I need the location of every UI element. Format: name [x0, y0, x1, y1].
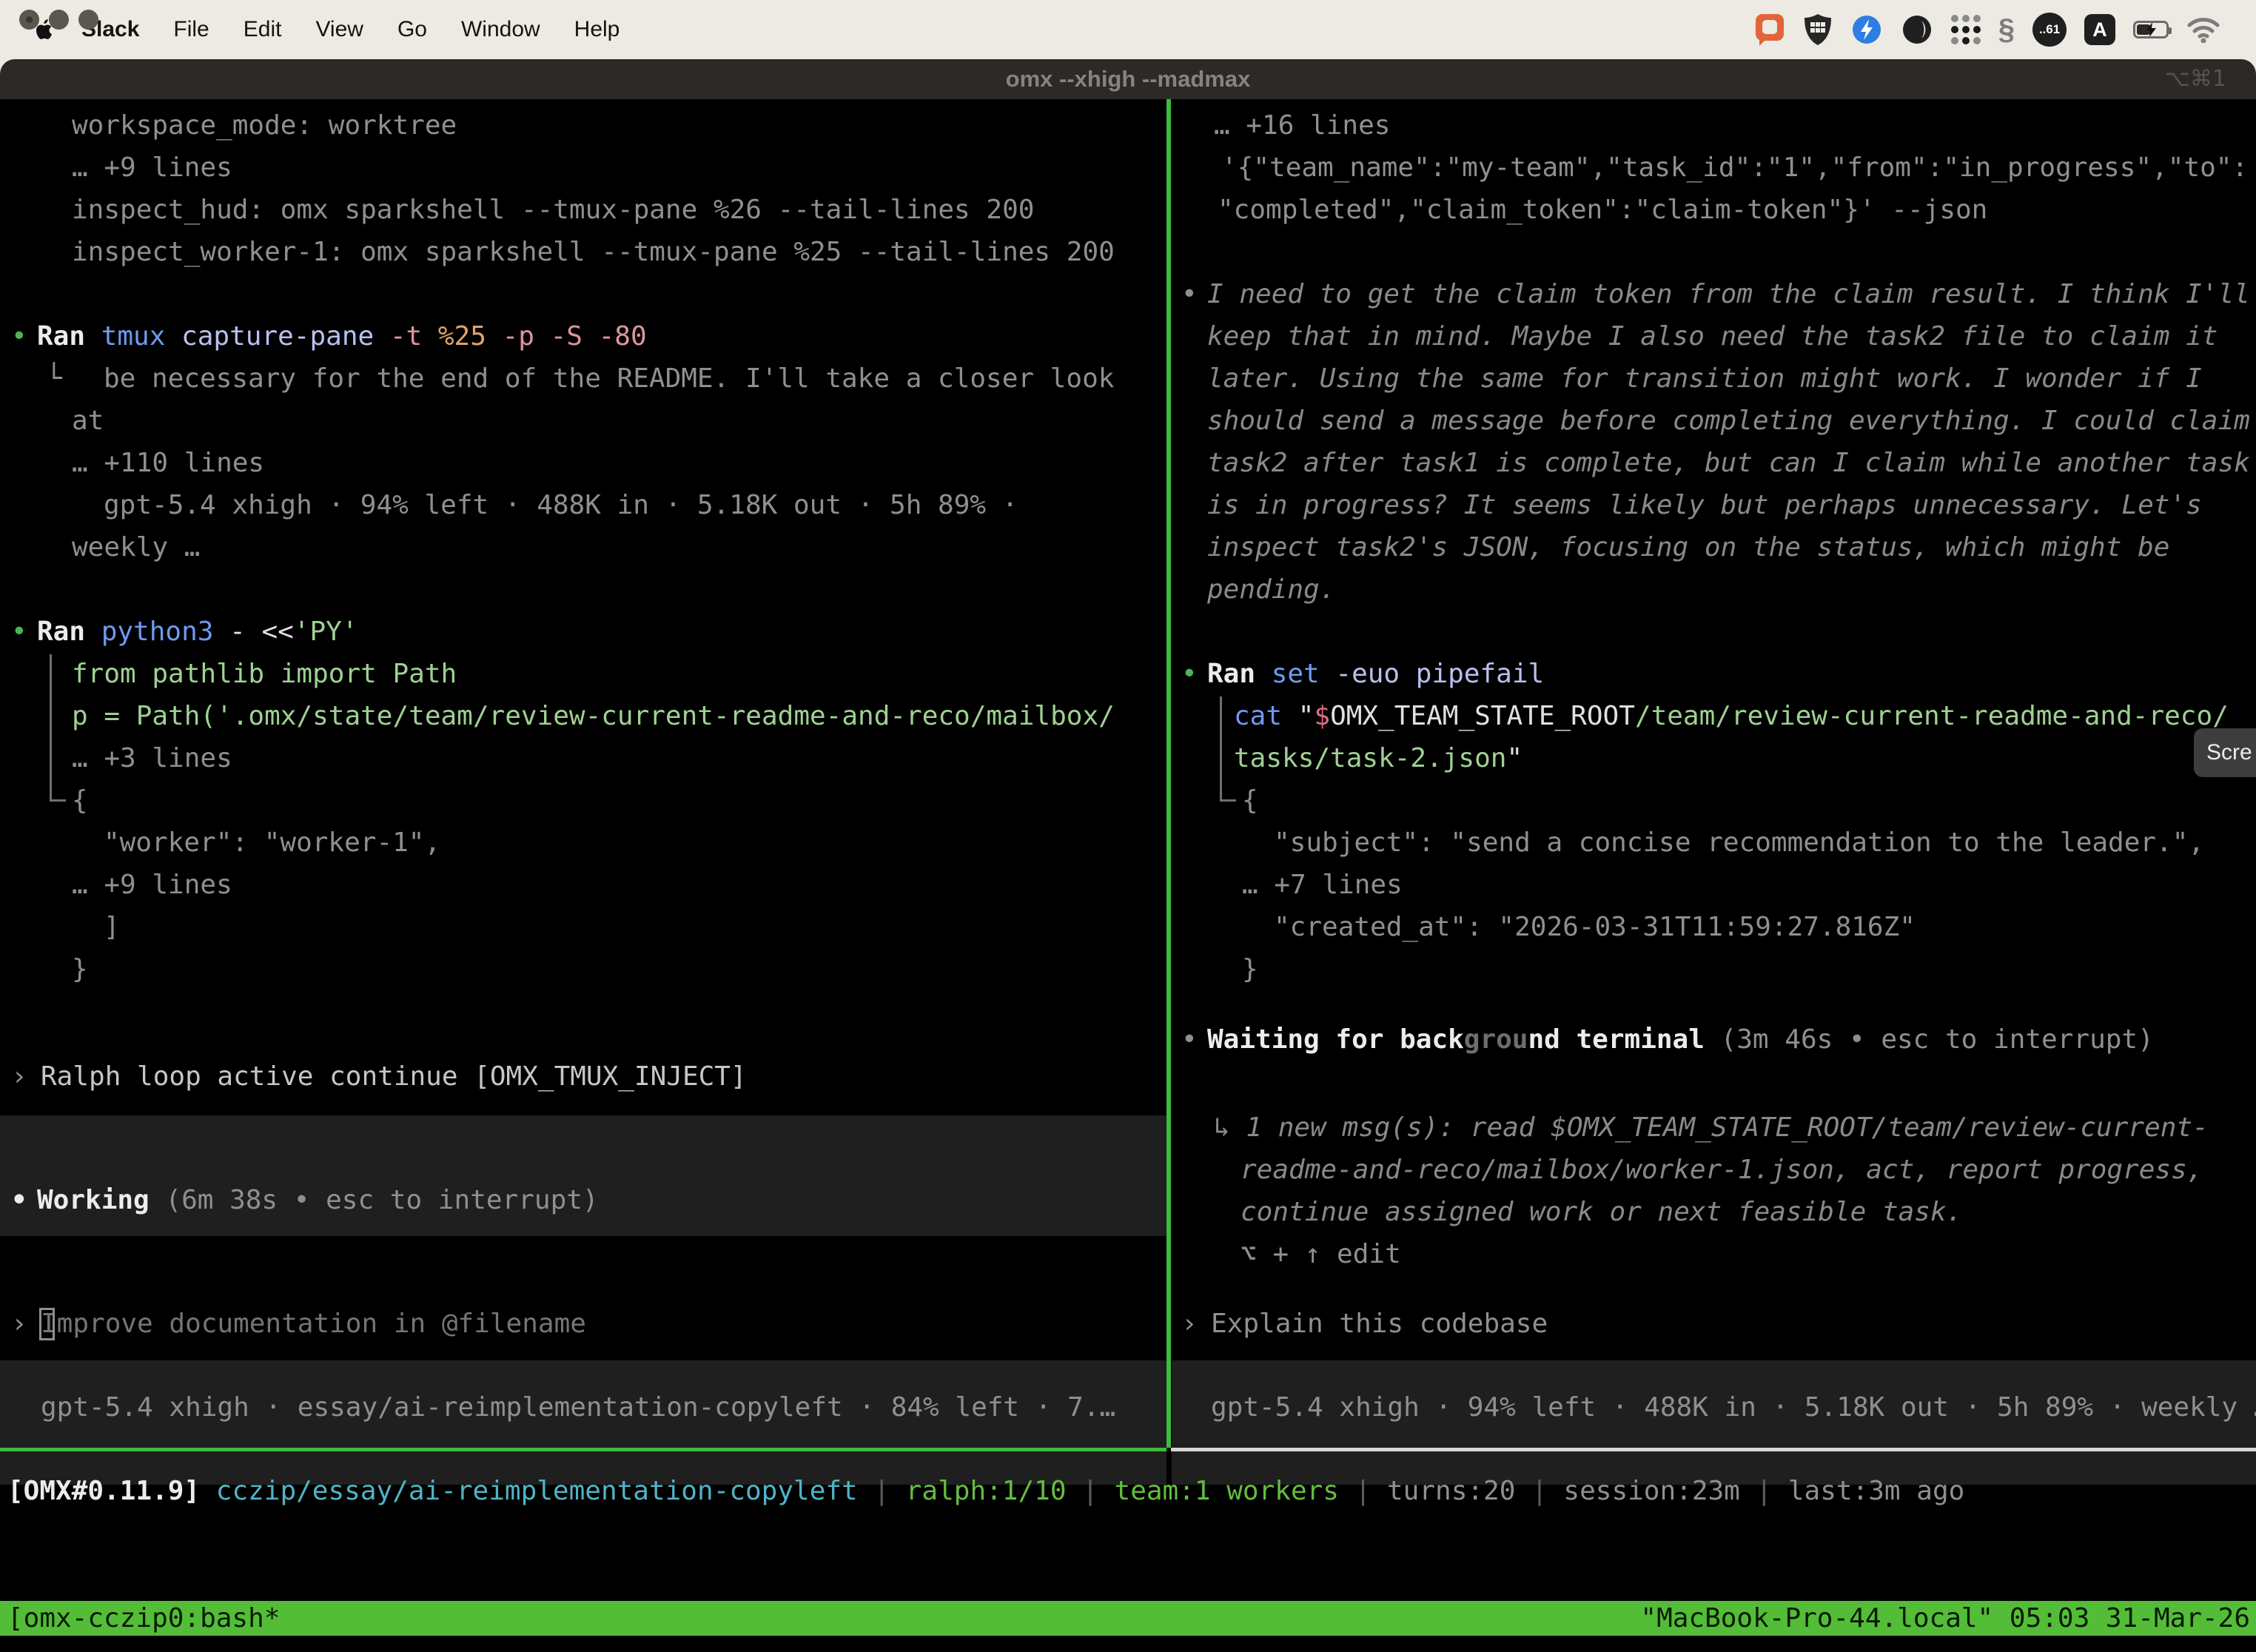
terminal-line: • — [1181, 653, 1198, 695]
terminal-line: gpt-5.4 xhigh · 94% left · 488K in · 5.1… — [104, 484, 1018, 526]
battery-icon[interactable] — [2133, 21, 2169, 38]
close-button[interactable] — [19, 10, 39, 30]
terminal-line: weekly … — [72, 526, 200, 568]
right-pane-border — [1171, 1448, 2256, 1451]
terminal-line: Ran tmux capture-pane -t %25 -p -S -80 — [37, 315, 647, 357]
terminal-line: gpt-5.4 xhigh · 94% left · 488K in · 5.1… — [1211, 1386, 2256, 1428]
terminal-line: Working (6m 38s • esc to interrupt) — [37, 1179, 599, 1221]
terminal-line: › — [11, 1055, 27, 1098]
terminal-line: Waiting for background terminal (3m 46s … — [1207, 1018, 2154, 1061]
chat-bubble-icon[interactable] — [1754, 13, 1785, 47]
moon-circle-icon[interactable] — [1901, 13, 1933, 46]
terminal-line: "completed","claim_token":"claim-token"}… — [1218, 189, 1987, 231]
terminal-line: Ran python3 - <<'PY' — [37, 611, 358, 653]
pane-divider[interactable] — [1166, 99, 1171, 1448]
left-pane-border — [0, 1448, 1166, 1451]
indent-guide — [1220, 696, 1222, 801]
terminal-line: • — [1181, 1018, 1198, 1061]
terminal-line: task2 after task1 is complete, but can I… — [1207, 442, 2250, 484]
terminal-line: at — [72, 400, 104, 442]
terminal-line: pending. — [1207, 568, 1335, 611]
terminal-line: inspect_hud: omx sparkshell --tmux-pane … — [72, 189, 1034, 231]
terminal-line: '{"team_name":"my-team","task_id":"1","f… — [1221, 147, 2248, 189]
terminal-line: › — [11, 1303, 27, 1345]
menu-bar: SlackFileEditViewGoWindowHelp — [0, 0, 2256, 59]
terminal-line: later. Using the same for transition mig… — [1207, 357, 2202, 400]
menu-item-go[interactable]: Go — [397, 17, 427, 42]
terminal-line: inspect_worker-1: omx sparkshell --tmux-… — [72, 231, 1115, 273]
wifi-icon[interactable] — [2186, 16, 2220, 43]
terminal-line: • — [11, 611, 27, 653]
tmux-status-bar: [omx-cczip0:bash* "MacBook-Pro-44.local"… — [0, 1601, 2256, 1636]
terminal-line: Ralph loop active continue [OMX_TMUX_INJ… — [41, 1055, 747, 1098]
tmux-host-clock: "MacBook-Pro-44.local" 05:03 31-Mar-26 — [1640, 1601, 2250, 1636]
terminal-line: Ran set -euo pipefail — [1207, 653, 1544, 695]
terminal-line: { — [72, 779, 88, 822]
zoom-button[interactable] — [78, 10, 98, 30]
menu-status-icons: § ..61 A — [1754, 0, 2220, 59]
terminal-line: "subject": "send a concise recommendatio… — [1274, 822, 2204, 864]
shield-grid-icon[interactable] — [1803, 13, 1833, 47]
terminal-line: inspect task2's JSON, focusing on the st… — [1207, 526, 2169, 568]
screenshot-tooltip: Scre — [2194, 728, 2256, 777]
menu-item-view[interactable]: View — [315, 17, 363, 42]
window-title: omx --xhigh --madmax — [0, 59, 2256, 99]
terminal-line: readme-and-reco/mailbox/worker-1.json, a… — [1241, 1149, 2203, 1191]
terminal-line: … +7 lines — [1242, 864, 1403, 906]
terminal-line: … +16 lines — [1214, 104, 1390, 147]
menu-items: SlackFileEditViewGoWindowHelp — [81, 17, 620, 42]
terminal-line: I need to get the claim token from the c… — [1207, 273, 2250, 315]
terminal-line: ⌥ + ↑ edit — [1241, 1233, 1401, 1275]
dots-grid-icon[interactable] — [1951, 15, 1981, 44]
terminal-line: … +9 lines — [72, 147, 232, 189]
indent-guide — [50, 654, 52, 801]
window-shortcut: ⌥⌘1 — [2164, 59, 2226, 99]
terminal-line: Improve documentation in @filename — [41, 1303, 586, 1345]
menu-item-file[interactable]: File — [173, 17, 209, 42]
menu-item-edit[interactable]: Edit — [244, 17, 282, 42]
terminal-line: [OMX#0.11.9] cczip/essay/ai-reimplementa… — [7, 1470, 1964, 1512]
text-cursor — [39, 1308, 55, 1340]
terminal-line: continue assigned work or next feasible … — [1241, 1191, 1962, 1233]
terminal-line: … +3 lines — [72, 737, 232, 779]
menu-item-help[interactable]: Help — [574, 17, 620, 42]
terminal-line: is in progress? It seems likely but perh… — [1207, 484, 2202, 526]
terminal-line: workspace_mode: worktree — [72, 104, 457, 147]
terminal-line: • — [11, 1179, 27, 1221]
terminal-line: from pathlib import Path — [72, 653, 457, 695]
terminal-line: "created_at": "2026-03-31T11:59:27.816Z" — [1274, 906, 1916, 948]
terminal-line: } — [1242, 948, 1258, 990]
terminal-line: … +9 lines — [72, 864, 232, 906]
terminal-line: • — [1181, 273, 1198, 315]
terminal-line: • — [11, 315, 27, 357]
letter-badge-icon[interactable]: A — [2084, 14, 2115, 45]
terminal-line: ] — [104, 906, 120, 948]
terminal-line: └ — [46, 357, 62, 400]
indent-guide-corner — [50, 799, 66, 802]
terminal-line: be necessary for the end of the README. … — [104, 357, 1114, 400]
terminal-line: Explain this codebase — [1211, 1303, 1548, 1345]
terminal-line: tasks/task-2.json" — [1234, 737, 1523, 779]
minimize-button[interactable] — [49, 10, 69, 30]
terminal-line: cat "$OMX_TEAM_STATE_ROOT/team/review-cu… — [1234, 695, 2229, 737]
terminal-line: ↳ 1 new msg(s): read $OMX_TEAM_STATE_ROO… — [1214, 1107, 2209, 1149]
menu-item-window[interactable]: Window — [461, 17, 540, 42]
terminal-line: { — [1242, 779, 1258, 822]
terminal-line: p = Path('.omx/state/team/review-current… — [72, 695, 1115, 737]
count-badge-icon[interactable]: ..61 — [2032, 13, 2067, 47]
terminal-line: gpt-5.4 xhigh · essay/ai-reimplementatio… — [41, 1386, 1115, 1428]
tmux-session-label: [omx-cczip0:bash* — [7, 1601, 280, 1636]
terminal-line: … +110 lines — [72, 442, 264, 484]
indent-guide-corner — [1220, 799, 1236, 802]
terminal-line: } — [72, 948, 88, 990]
terminal-line: "worker": "worker-1", — [104, 822, 440, 864]
terminal-line: › — [1181, 1303, 1198, 1345]
squiggle-icon[interactable]: § — [1998, 13, 2015, 47]
blue-badge-icon[interactable] — [1850, 13, 1883, 46]
screen: SlackFileEditViewGoWindowHelp — [0, 0, 2256, 1652]
terminal-line: should send a message before completing … — [1207, 400, 2250, 442]
terminal-line: keep that in mind. Maybe I also need the… — [1207, 315, 2218, 357]
